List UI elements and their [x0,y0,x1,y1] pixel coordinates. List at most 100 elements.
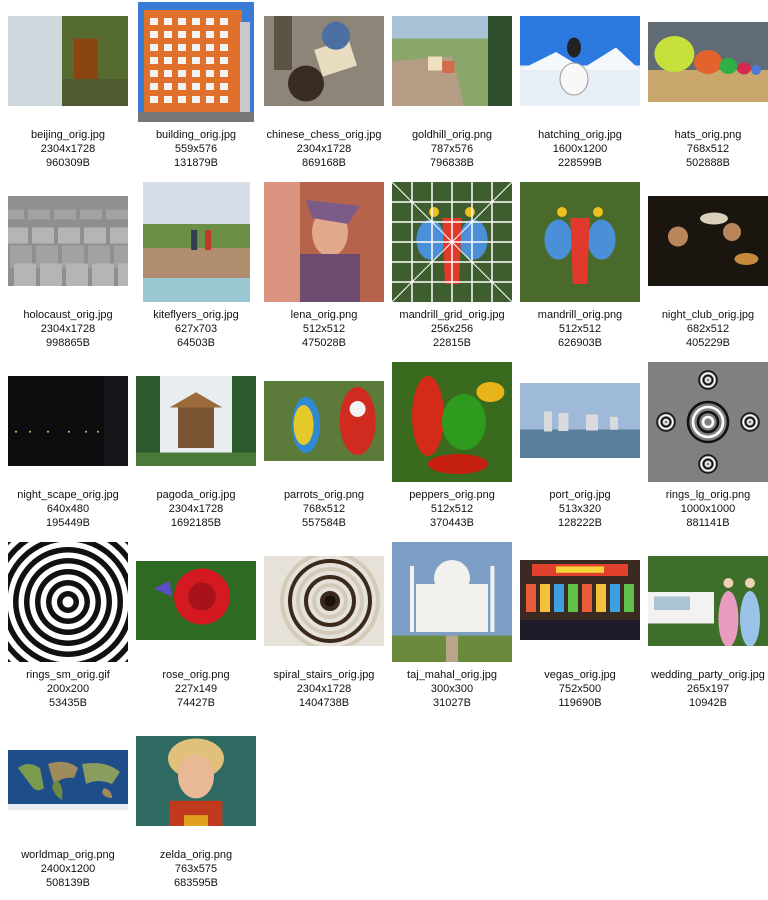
concentric-rings-pattern-thumbnail[interactable] [8,542,128,662]
image-dimensions: 200x200 [46,683,90,695]
thumbnail-caption: beijing_orig.jpg 2304x1728 960309B [0,128,138,170]
harbor-photo-thumbnail[interactable] [520,383,640,458]
file-size: 128222B [557,517,603,529]
image-dimensions: 512x512 [430,503,474,515]
thumbnail-item[interactable]: taj_mahal_orig.jpg 300x300 31027B [388,540,516,720]
night-city-photo-thumbnail[interactable] [8,376,128,466]
thumbnail-item[interactable]: wedding_party_orig.jpg 265x197 10942B [644,540,768,720]
file-size: 405229B [685,337,731,349]
thumbnail-item[interactable]: beijing_orig.jpg 2304x1728 960309B [4,0,132,180]
thumbnail-caption: rose_orig.png 227x149 74427B [126,668,266,710]
file-size: 998865B [45,337,91,349]
thumbnail-item[interactable]: night_club_orig.jpg 682x512 405229B [644,180,768,360]
rose-photo-thumbnail[interactable] [136,561,256,640]
image-dimensions: 513x320 [558,503,602,515]
image-dimensions: 300x300 [430,683,474,695]
thumbnail-item[interactable]: rings_sm_orig.gif 200x200 53435B [4,540,132,720]
thumbnail-item[interactable]: hatching_orig.jpg 1600x1200 228599B [516,0,644,180]
thumbnail-item[interactable]: spiral_stairs_orig.jpg 2304x1728 1404738B [260,540,388,720]
thumbnail-item[interactable]: parrots_orig.png 768x512 557584B [260,360,388,540]
thumbnail-caption: mandrill_orig.png 512x512 626903B [510,308,650,350]
file-size: 74427B [177,697,215,709]
chess-players-photo-thumbnail[interactable] [264,16,384,106]
file-name: lena_orig.png [290,309,358,321]
thumbnail-caption: night_club_orig.jpg 682x512 405229B [638,308,768,350]
mandrill-photo-thumbnail[interactable] [520,182,640,302]
thumbnail-caption: vegas_orig.jpg 752x500 119690B [510,668,650,710]
file-name: building_orig.jpg [155,129,237,141]
file-size: 881141B [686,517,730,529]
thumbnail-item[interactable]: worldmap_orig.png 2400x1200 508139B [4,720,132,900]
file-size: 557584B [301,517,347,529]
parrots-photo-thumbnail[interactable] [264,381,384,461]
file-name: spiral_stairs_orig.jpg [273,669,375,681]
thumbnail-caption: goldhill_orig.png 787x576 796838B [382,128,522,170]
thumbnail-item[interactable]: rose_orig.png 227x149 74427B [132,540,260,720]
wedding-party-photo-thumbnail[interactable] [648,556,768,646]
thumbnail-item[interactable]: port_orig.jpg 513x320 128222B [516,360,644,540]
file-size: 119690B [558,697,602,709]
thumbnail-item[interactable]: night_scape_orig.jpg 640x480 195449B [4,360,132,540]
image-dimensions: 2304x1728 [40,323,96,335]
thumbnail-item[interactable]: building_orig.jpg 559x576 131879B [132,0,260,180]
taj-mahal-photo-thumbnail[interactable] [392,542,512,662]
file-name: taj_mahal_orig.jpg [407,669,497,681]
kite-flyers-photo-thumbnail[interactable] [142,182,250,302]
thumbnail-item[interactable]: goldhill_orig.png 787x576 796838B [388,0,516,180]
thumbnail-item[interactable]: mandrill_orig.png 512x512 626903B [516,180,644,360]
thumbnail-caption: zelda_orig.png 763x575 683595B [126,848,266,890]
mandrill-grid-photo-thumbnail[interactable] [392,182,512,302]
market-stall-photo-thumbnail[interactable] [520,560,640,640]
concrete-blocks-photo-thumbnail[interactable] [8,196,128,286]
thumbnail-item[interactable]: pagoda_orig.jpg 2304x1728 1692185B [132,360,260,540]
file-name: parrots_orig.png [283,489,365,501]
file-size: 960309B [45,157,91,169]
portrait-photo-thumbnail[interactable] [136,736,256,826]
image-dimensions: 1600x1200 [552,143,608,155]
thumbnail-gallery: beijing_orig.jpg 2304x1728 960309B building… [0,0,768,900]
file-size: 796838B [429,157,475,169]
portrait-photo-thumbnail[interactable] [264,182,384,302]
peppers-photo-thumbnail[interactable] [392,362,512,482]
thumbnail-caption: mandrill_grid_orig.jpg 256x256 22815B [382,308,522,350]
landscape-photo-thumbnail[interactable] [8,16,128,106]
building-photo-thumbnail[interactable] [138,2,254,122]
file-name: mandrill_grid_orig.jpg [399,309,505,321]
spiral-stairs-photo-thumbnail[interactable] [264,556,384,646]
file-name: night_scape_orig.jpg [17,489,119,501]
colored-hats-render-thumbnail[interactable] [648,22,768,102]
thumbnail-item[interactable]: peppers_orig.png 512x512 370443B [388,360,516,540]
image-dimensions: 682x512 [686,323,730,335]
file-name: holocaust_orig.jpg [23,309,113,321]
image-dimensions: 787x576 [430,143,474,155]
thumbnail-item[interactable]: holocaust_orig.jpg 2304x1728 998865B [4,180,132,360]
thumbnail-item[interactable]: chinese_chess_orig.jpg 2304x1728 869168B [260,0,388,180]
world-map-thumbnail[interactable] [8,750,128,810]
thumbnail-item[interactable]: vegas_orig.jpg 752x500 119690B [516,540,644,720]
file-name: goldhill_orig.png [411,129,493,141]
file-size: 22815B [433,337,471,349]
file-name: rose_orig.png [162,669,230,681]
image-dimensions: 265x197 [686,683,730,695]
file-name: kiteflyers_orig.jpg [153,309,239,321]
thumbnail-item[interactable]: kiteflyers_orig.jpg 627x703 64503B [132,180,260,360]
file-size: 53435B [49,697,87,709]
rings-pattern-thumbnail[interactable] [648,362,768,482]
thumbnail-item[interactable]: mandrill_grid_orig.jpg 256x256 22815B [388,180,516,360]
thumbnail-item[interactable]: lena_orig.png 512x512 475028B [260,180,388,360]
thumbnail-caption: port_orig.jpg 513x320 128222B [510,488,650,530]
thumbnail-caption: spiral_stairs_orig.jpg 2304x1728 1404738B [254,668,394,710]
thumbnail-item[interactable]: zelda_orig.png 763x575 683595B [132,720,260,900]
thumbnail-item[interactable]: hats_orig.png 768x512 502888B [644,0,768,180]
image-dimensions: 559x576 [174,143,218,155]
thumbnail-item[interactable]: rings_lg_orig.png 1000x1000 881141B [644,360,768,540]
village-street-photo-thumbnail[interactable] [392,16,512,106]
image-dimensions: 768x512 [686,143,730,155]
hatching-egg-render-thumbnail[interactable] [520,16,640,106]
thumbnail-caption: parrots_orig.png 768x512 557584B [254,488,394,530]
file-name: hatching_orig.jpg [538,129,622,141]
pagoda-photo-thumbnail[interactable] [136,376,256,466]
file-name: night_club_orig.jpg [661,309,755,321]
file-size: 10942B [689,697,727,709]
band-photo-thumbnail[interactable] [648,196,768,286]
